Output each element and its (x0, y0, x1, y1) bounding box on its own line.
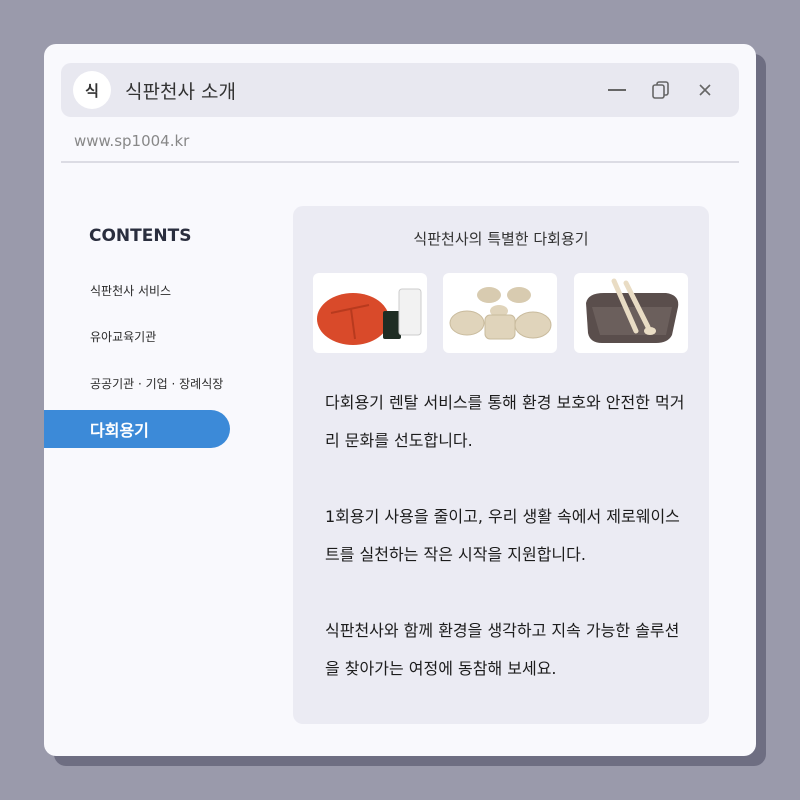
paragraph-2: 1회용기 사용을 줄이고, 우리 생활 속에서 제로웨이스트를 실천하는 작은 … (325, 507, 680, 564)
paragraph-1: 다회용기 렌탈 서비스를 통해 환경 보호와 안전한 먹거리 문화를 선도합니다… (325, 393, 685, 450)
close-button[interactable] (695, 80, 715, 100)
header-divider (61, 161, 739, 163)
paragraph-3: 식판천사와 함께 환경을 생각하고 지속 가능한 솔루션을 찾아가는 여정에 동… (325, 621, 680, 678)
panel-body: 다회용기 렌탈 서비스를 통해 환경 보호와 안전한 먹거리 문화를 선도합니다… (325, 384, 685, 688)
url-text[interactable]: www.sp1004.kr (74, 132, 189, 150)
content-panel: 식판천사의 특별한 다회용기 다회용기 렌탈 서비스를 통해 환경 보호와 안전… (293, 206, 709, 724)
panel-title: 식판천사의 특별한 다회용기 (413, 230, 589, 248)
title-bar[interactable]: 식 식판천사 소개 (61, 63, 739, 117)
gray-tray-with-utensils-image (574, 273, 688, 353)
close-icon (699, 84, 711, 96)
restore-icon (652, 81, 669, 99)
beige-dish-set-image (443, 273, 557, 353)
minimize-button[interactable] (607, 80, 627, 100)
window-title: 식판천사 소개 (125, 80, 236, 103)
sidebar-item-reusable-containers[interactable]: 다회용기 (44, 410, 230, 448)
restore-button[interactable] (651, 80, 671, 100)
sidebar-item-kindergarten[interactable]: 유아교육기관 (44, 317, 230, 355)
sidebar-item-service[interactable]: 식판천사 서비스 (44, 271, 230, 309)
sidebar-item-public-institutions[interactable]: 공공기관 · 기업 · 장례식장 (44, 364, 230, 402)
red-tray-and-cups-image (313, 273, 427, 353)
app-window: 식 식판천사 소개 www.sp1004.kr CONTENTS 식판천사 서비… (44, 44, 756, 756)
minimize-icon (608, 89, 626, 91)
sidebar-heading: CONTENTS (89, 226, 192, 246)
app-icon: 식 (73, 71, 111, 109)
